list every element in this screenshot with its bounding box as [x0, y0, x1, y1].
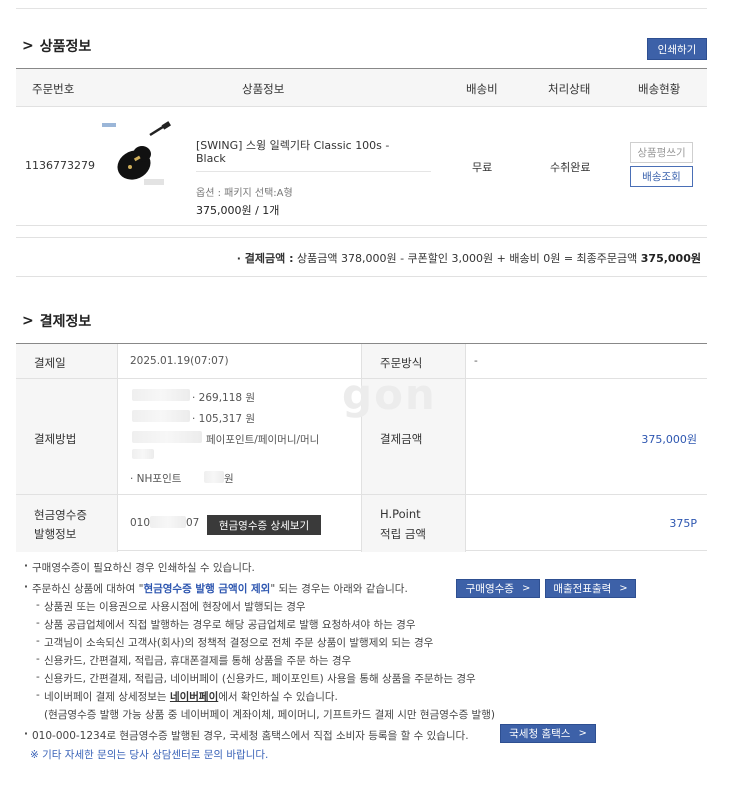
- pay-method-line4: · NH포인트: [130, 473, 182, 485]
- receipt-label-line2: 발행정보: [34, 527, 77, 541]
- section-title-label: 상품정보: [39, 39, 92, 55]
- note-sub-continuation: (현금영수증 발행 가능 상품 중 네이버페이 계좌이체, 페이머니, 기프트카…: [44, 709, 495, 721]
- purchase-receipt-label: 구매영수증: [465, 583, 514, 595]
- header-shipping-fee: 배송비: [466, 82, 498, 96]
- shipping-fee-value: 무료: [472, 161, 493, 174]
- pay-method-value-cell: · 269,118 원 · 105,317 원 페이포인트/페이머니/머니 · …: [118, 379, 362, 495]
- redacted-area: [132, 410, 190, 422]
- product-option: 옵션 : 패키지 선택:A형: [196, 188, 293, 199]
- note-sub-item: 상품 공급업체에서 직접 발행하는 경우로 해당 공급업체로 발행 요청하셔야 …: [36, 617, 415, 632]
- order-method-value-cell: -: [466, 344, 707, 379]
- pay-amount-value: 375,000원: [641, 433, 697, 446]
- redacted-area: [132, 431, 202, 443]
- note-sub-item: 고객님이 소속되신 고객사(회사)의 정책적 결정으로 전체 주문 상품이 발행…: [36, 635, 433, 650]
- note-text: " 되는 경우는 아래와 같습니다.: [270, 583, 408, 595]
- pay-date-value: 2025.01.19(07:07): [130, 355, 229, 367]
- chevron-right-icon: >: [22, 38, 34, 54]
- receipt-value-suffix: 07: [186, 517, 200, 529]
- hpoint-label-line2: 적립 금액: [380, 527, 426, 541]
- pay-date-value-cell: 2025.01.19(07:07): [118, 344, 362, 379]
- section-title-label: 결제정보: [39, 314, 92, 330]
- chevron-right-icon: >: [521, 583, 531, 594]
- pay-method-line3: 페이포인트/페이머니/머니: [206, 434, 320, 446]
- print-button[interactable]: 인쇄하기: [647, 38, 707, 60]
- redacted-area: [132, 449, 154, 459]
- write-review-button[interactable]: 상품평쓰기: [630, 142, 693, 163]
- redacted-area: [204, 471, 224, 483]
- order-row: 1136773279 [SWING] 스윙 일렉기타 Classic 100s …: [16, 107, 707, 226]
- redacted-area: [132, 389, 190, 401]
- product-price-qty: 375,000원 / 1개: [196, 204, 280, 217]
- section-title-payment: > 결제정보: [22, 311, 91, 331]
- note-text: 주문하신 상품에 대하여 ": [32, 583, 144, 595]
- note-sub-item: 상품권 또는 이용권으로 사용시점에 현장에서 발행되는 경우: [36, 599, 306, 614]
- sales-slip-label: 매출전표출력: [553, 583, 612, 595]
- hpoint-value-cell: 375P: [466, 495, 707, 552]
- note-sub-item: 신용카드, 간편결제, 적립금, 휴대폰결제를 통해 상품을 주문 하는 경우: [36, 653, 351, 668]
- section-title-product: > 상품정보: [22, 36, 91, 56]
- hpoint-value: 375P: [669, 517, 697, 530]
- chevron-right-icon: >: [578, 728, 587, 739]
- track-delivery-button[interactable]: 배송조회: [630, 166, 693, 187]
- hometax-button[interactable]: 국세청 홈택스 >: [500, 724, 596, 743]
- order-method-value: -: [474, 355, 478, 367]
- receipt-value-prefix: 010: [130, 517, 151, 529]
- pay-method-line2: · 105,317 원: [192, 413, 256, 425]
- payment-summary-total: 375,000원: [640, 252, 701, 265]
- pay-method-label: 결제방법: [34, 432, 77, 446]
- payment-summary-detail: 상품금액 378,000원 - 쿠폰할인 3,000원 + 배송비 0원 = 최…: [297, 252, 638, 265]
- watermark: gon: [342, 370, 437, 419]
- payment-summary-text: · 결제금액 : 상품금액 378,000원 - 쿠폰할인 3,000원 + 배…: [237, 250, 701, 266]
- note-hometax: 010-000-1234로 현금영수증 발행된 경우, 국세청 홈택스에서 직접…: [24, 728, 469, 743]
- pay-method-line5: 원: [224, 473, 234, 485]
- hpoint-label-cell: H.Point 적립 금액: [362, 495, 466, 552]
- header-product-info: 상품정보: [242, 82, 285, 96]
- sales-slip-button[interactable]: 매출전표출력 >: [545, 579, 636, 598]
- naverpay-link[interactable]: 네이버페이: [170, 691, 218, 703]
- order-table-header: 주문번호 상품정보 배송비 처리상태 배송현황: [16, 68, 707, 107]
- receipt-label-cell: 현금영수증 발행정보: [16, 495, 118, 552]
- header-status: 처리상태: [548, 82, 591, 96]
- header-delivery: 배송현황: [638, 82, 681, 96]
- note-receipt-print: 구매영수증이 필요하신 경우 인쇄하실 수 있습니다.: [24, 560, 255, 575]
- payment-summary: · 결제금액 : 상품금액 378,000원 - 쿠폰할인 3,000원 + 배…: [16, 237, 707, 277]
- pay-amount-value-cell: 375,000원: [466, 379, 707, 495]
- order-method-label: 주문방식: [380, 356, 423, 370]
- product-name-line2[interactable]: Black: [196, 152, 226, 165]
- cash-receipt-detail-button[interactable]: 현금영수증 상세보기: [207, 515, 321, 535]
- note-text: 에서 확인하실 수 있습니다.: [218, 691, 338, 703]
- note-highlight: 현금영수증 발행 금액이 제외: [143, 583, 271, 595]
- note-cash-receipt-exclusion: 주문하신 상품에 대하여 "현금영수증 발행 금액이 제외" 되는 경우는 아래…: [24, 581, 408, 596]
- top-divider: [16, 8, 707, 9]
- pay-amount-label: 결제금액: [380, 432, 423, 446]
- pay-date-label: 결제일: [34, 356, 66, 370]
- pay-method-line1: · 269,118 원: [192, 392, 256, 404]
- product-name-line1[interactable]: [SWING] 스윙 일렉기타 Classic 100s -: [196, 137, 389, 153]
- note-sub-naverpay: 네이버페이 결제 상세정보는 네이버페이에서 확인하실 수 있습니다.: [36, 689, 338, 704]
- product-divider: [196, 171, 431, 172]
- pay-method-label-cell: 결제방법: [16, 379, 118, 495]
- header-order-no: 주문번호: [32, 82, 75, 96]
- pay-date-label-cell: 결제일: [16, 344, 118, 379]
- product-thumbnail[interactable]: [100, 121, 180, 191]
- chevron-right-icon: >: [619, 583, 628, 594]
- order-number: 1136773279: [25, 159, 95, 172]
- note-sub-item: 신용카드, 간편결제, 적립금, 네이버페이 (신용카드, 페이포인트) 사용을…: [36, 671, 476, 686]
- chevron-right-icon: >: [22, 313, 34, 329]
- status-value: 수취완료: [550, 161, 591, 174]
- note-contact: ※ 기타 자세한 문의는 당사 상담센터로 문의 바랍니다.: [30, 749, 269, 761]
- payment-summary-label: · 결제금액 :: [236, 252, 294, 265]
- note-text: 네이버페이 결제 상세정보는: [44, 691, 170, 703]
- receipt-label-line1: 현금영수증: [34, 508, 87, 522]
- purchase-receipt-button[interactable]: 구매영수증 >: [456, 579, 540, 598]
- hpoint-label-line1: H.Point: [380, 507, 421, 521]
- hometax-label: 국세청 홈택스: [509, 728, 571, 740]
- redacted-area: [150, 516, 186, 528]
